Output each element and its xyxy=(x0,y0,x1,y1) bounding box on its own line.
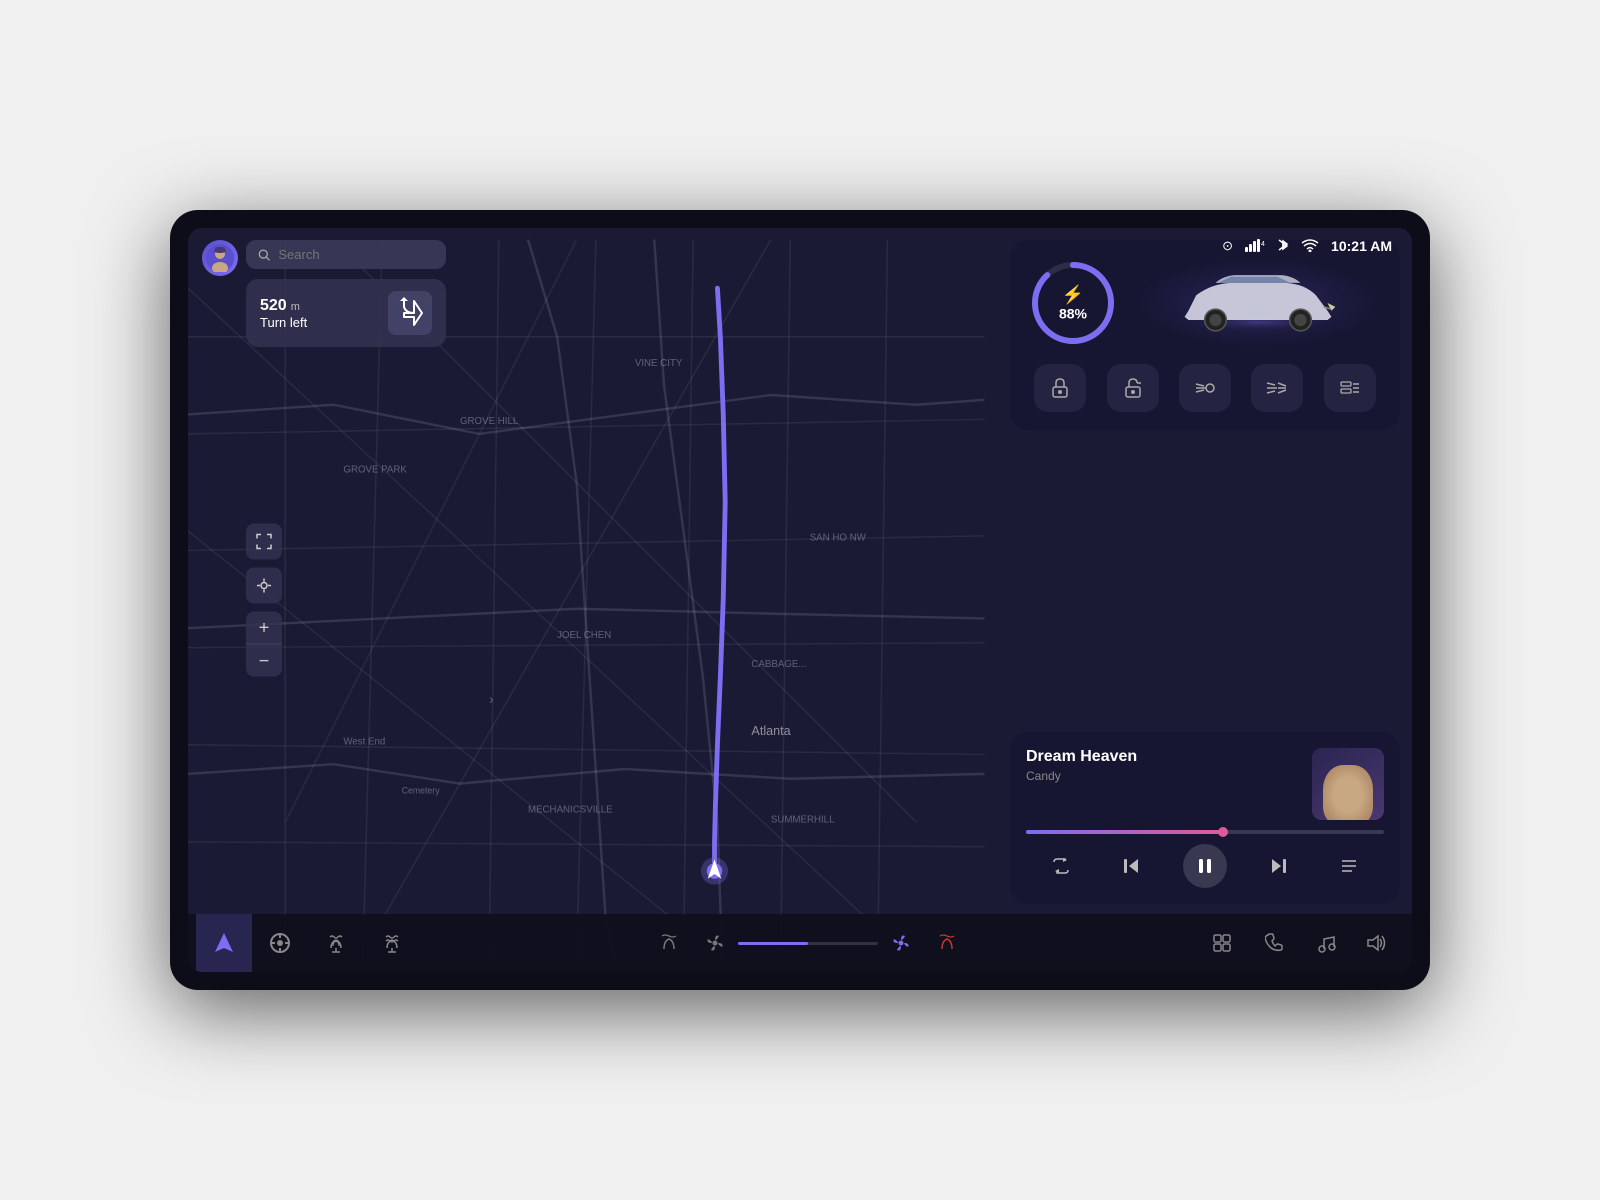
city-label: Atlanta xyxy=(751,724,791,738)
music-title: Dream Heaven xyxy=(1026,748,1300,766)
svg-text:SUMMERHILL: SUMMERHILL xyxy=(771,814,835,825)
nav-unit: m xyxy=(291,301,300,313)
music-thumb-face xyxy=(1312,748,1384,820)
music-panel: Dream Heaven Candy xyxy=(1010,732,1400,904)
status-time: 10:21 AM xyxy=(1331,238,1392,254)
car-silhouette xyxy=(1173,268,1343,338)
face-shape xyxy=(1323,765,1373,820)
climate-slider[interactable] xyxy=(738,942,878,945)
svg-text:VINE CITY: VINE CITY xyxy=(635,358,683,369)
map-controls: + − xyxy=(246,524,282,677)
nav-heat-front-button[interactable] xyxy=(308,914,364,972)
svg-text:JOEL CHEN: JOEL CHEN xyxy=(557,630,611,641)
zoom-controls: + − xyxy=(246,612,282,677)
repeat-button[interactable] xyxy=(1043,848,1079,884)
svg-text:MECHANICSVILLE: MECHANICSVILLE xyxy=(528,805,613,816)
nav-instruction: 520 m Turn left xyxy=(246,279,446,347)
lock-button[interactable] xyxy=(1034,364,1086,412)
turn-arrow xyxy=(388,291,432,335)
lights-menu-button[interactable] xyxy=(1324,364,1376,412)
queue-button[interactable] xyxy=(1331,848,1367,884)
headlights-button[interactable] xyxy=(1179,364,1231,412)
music-thumbnail xyxy=(1312,748,1384,820)
battery-bolt-icon: ⚡ xyxy=(1062,285,1084,306)
phone-button[interactable] xyxy=(1248,914,1300,972)
location-button[interactable] xyxy=(246,568,282,604)
nav-distance-value: 520 xyxy=(260,297,287,315)
car-image-area xyxy=(1134,258,1382,348)
status-bar: ⊙ 4G xyxy=(188,228,1412,264)
svg-text:West End: West End xyxy=(343,737,385,748)
nav-navigate-button[interactable] xyxy=(196,914,252,972)
svg-text:SAN HO NW: SAN HO NW xyxy=(810,533,867,544)
camera-icon: ⊙ xyxy=(1222,238,1233,254)
music-info: Dream Heaven Candy xyxy=(1026,748,1300,820)
bottom-climate xyxy=(428,921,1188,965)
bottom-right-controls xyxy=(1188,914,1412,972)
next-button[interactable] xyxy=(1261,848,1297,884)
heat-left-button[interactable] xyxy=(646,921,692,965)
music-progress-dot xyxy=(1218,827,1228,837)
signal-icon: 4G xyxy=(1245,238,1265,255)
device-frame: Atlanta GROVE PARK GROVE HILL VINE CITY … xyxy=(170,210,1430,990)
zoom-out-button[interactable]: − xyxy=(246,645,282,677)
heat-right-button[interactable] xyxy=(924,921,970,965)
play-pause-button[interactable] xyxy=(1183,844,1227,888)
svg-text:GROVE PARK: GROVE PARK xyxy=(343,465,407,476)
user-avatar[interactable] xyxy=(202,240,238,276)
music-controls xyxy=(1026,844,1384,888)
svg-text:›: › xyxy=(489,692,494,707)
highbeam-button[interactable] xyxy=(1251,364,1303,412)
zoom-in-button[interactable]: + xyxy=(246,612,282,644)
fan-button[interactable] xyxy=(692,921,738,965)
svg-text:Cemetery: Cemetery xyxy=(402,785,440,795)
car-panel: ⚡ 88% xyxy=(1010,240,1400,430)
music-button[interactable] xyxy=(1300,914,1352,972)
svg-text:4G: 4G xyxy=(1261,241,1265,248)
battery-percent: 88% xyxy=(1059,306,1087,322)
nav-heat-rear-button[interactable] xyxy=(364,914,420,972)
fan-right-button[interactable] xyxy=(878,921,924,965)
climate-slider-fill xyxy=(738,942,808,945)
screen: Atlanta GROVE PARK GROVE HILL VINE CITY … xyxy=(188,228,1412,972)
nav-direction: Turn left xyxy=(260,315,376,330)
wifi-icon xyxy=(1301,238,1319,255)
fullscreen-button[interactable] xyxy=(246,524,282,560)
svg-text:GROVE HILL: GROVE HILL xyxy=(460,416,519,427)
svg-text:CABBAGE...: CABBAGE... xyxy=(751,659,806,670)
bottom-nav xyxy=(188,914,428,972)
nav-drive-button[interactable] xyxy=(252,914,308,972)
bluetooth-icon xyxy=(1277,237,1289,256)
battery-ring: ⚡ 88% xyxy=(1028,258,1118,348)
car-panel-top: ⚡ 88% xyxy=(1028,258,1382,348)
music-panel-top: Dream Heaven Candy xyxy=(1026,748,1384,820)
nav-instruction-text: 520 m Turn left xyxy=(260,297,376,330)
music-subtitle: Candy xyxy=(1026,769,1300,783)
battery-ring-center: ⚡ 88% xyxy=(1059,285,1087,322)
car-controls xyxy=(1028,364,1382,412)
prev-button[interactable] xyxy=(1113,848,1149,884)
nav-distance: 520 m xyxy=(260,297,376,315)
bottom-bar xyxy=(188,914,1412,972)
unlock-button[interactable] xyxy=(1107,364,1159,412)
music-progress-fill xyxy=(1026,830,1223,834)
volume-button[interactable] xyxy=(1352,914,1404,972)
grid-button[interactable] xyxy=(1196,914,1248,972)
music-progress-bar[interactable] xyxy=(1026,830,1384,834)
